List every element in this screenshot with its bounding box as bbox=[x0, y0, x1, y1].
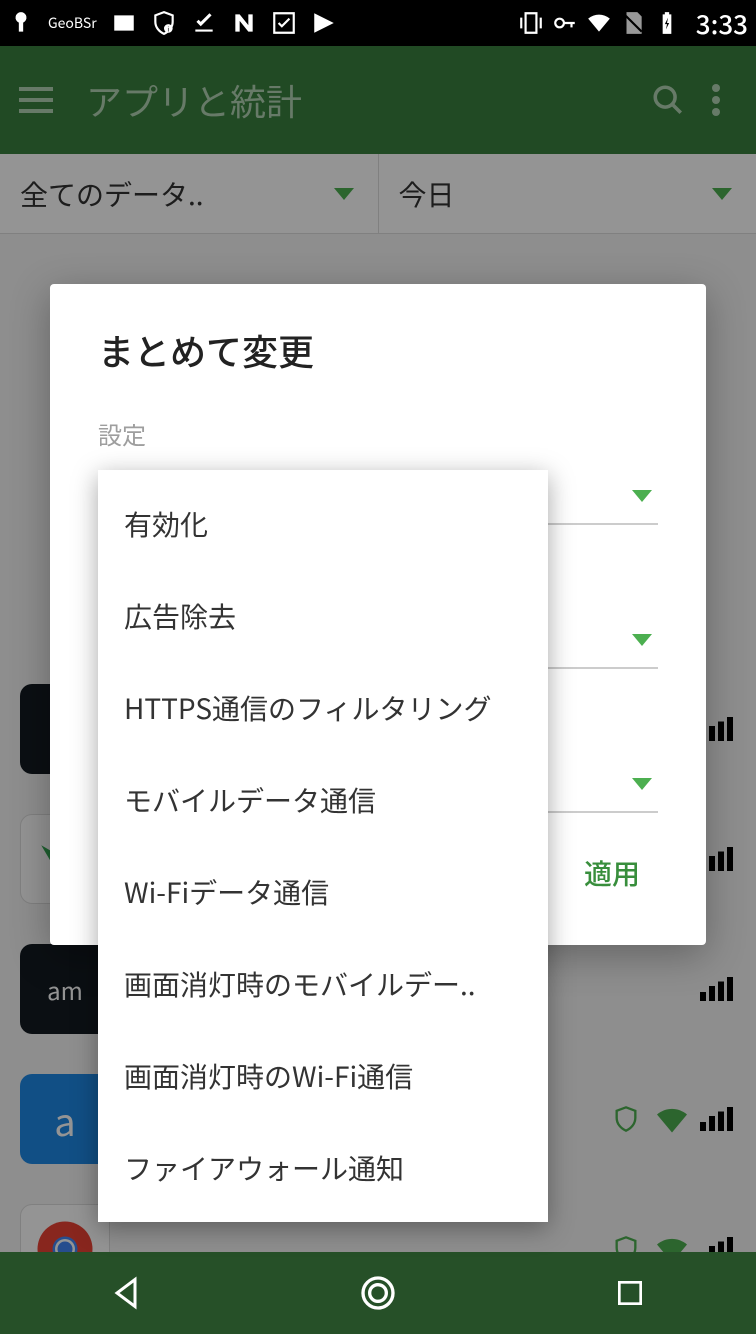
dialog-section-settings: 設定 bbox=[98, 416, 658, 451]
keyhole-icon bbox=[8, 10, 34, 36]
status-small-text: GeoBSr bbox=[48, 13, 97, 33]
shield-icon: i bbox=[151, 10, 177, 36]
menu-item-wifi-data[interactable]: Wi-Fiデータ通信 bbox=[98, 846, 548, 938]
no-sim-icon bbox=[620, 10, 646, 36]
wifi-icon bbox=[586, 10, 612, 36]
chevron-down-icon bbox=[632, 490, 652, 502]
apply-button[interactable]: 適用 bbox=[566, 841, 658, 905]
menu-item-mobile-data[interactable]: モバイルデータ通信 bbox=[98, 754, 548, 846]
menu-item-screen-off-mobile[interactable]: 画面消灯時のモバイルデー.. bbox=[98, 938, 548, 1030]
back-icon bbox=[108, 1275, 144, 1311]
n-icon bbox=[231, 10, 257, 36]
status-bar: GeoBSr i 3:33 bbox=[0, 0, 756, 46]
picture-icon bbox=[111, 10, 137, 36]
chevron-down-icon bbox=[632, 778, 652, 790]
status-right: 3:33 bbox=[518, 5, 748, 42]
play-icon bbox=[311, 10, 337, 36]
battery-charging-icon bbox=[654, 10, 680, 36]
dialog-title: まとめて変更 bbox=[98, 324, 658, 376]
menu-item-screen-off-wifi[interactable]: 画面消灯時のWi-Fi通信 bbox=[98, 1030, 548, 1122]
menu-item-firewall-notify[interactable]: ファイアウォール通知 bbox=[98, 1122, 548, 1214]
status-left: GeoBSr i bbox=[8, 10, 518, 36]
menu-item-enable[interactable]: 有効化 bbox=[98, 478, 548, 570]
nav-back-button[interactable] bbox=[96, 1263, 156, 1323]
settings-dropdown-menu: 有効化 広告除去 HTTPS通信のフィルタリング モバイルデータ通信 Wi-Fi… bbox=[98, 470, 548, 1222]
nav-recents-button[interactable] bbox=[600, 1263, 660, 1323]
navigation-bar bbox=[0, 1252, 756, 1334]
check-icon bbox=[191, 10, 217, 36]
menu-item-https-filter[interactable]: HTTPS通信のフィルタリング bbox=[98, 662, 548, 754]
chevron-down-icon bbox=[632, 634, 652, 646]
home-icon bbox=[358, 1273, 398, 1313]
svg-text:i: i bbox=[167, 24, 169, 34]
status-time: 3:33 bbox=[696, 5, 748, 42]
nav-home-button[interactable] bbox=[348, 1263, 408, 1323]
check2-icon bbox=[271, 10, 297, 36]
vibrate-icon bbox=[518, 10, 544, 36]
key-icon bbox=[552, 10, 578, 36]
screen: GeoBSr i 3:33 アプリと統計 bbox=[0, 0, 756, 1334]
menu-item-adblock[interactable]: 広告除去 bbox=[98, 570, 548, 662]
recents-icon bbox=[614, 1277, 646, 1309]
